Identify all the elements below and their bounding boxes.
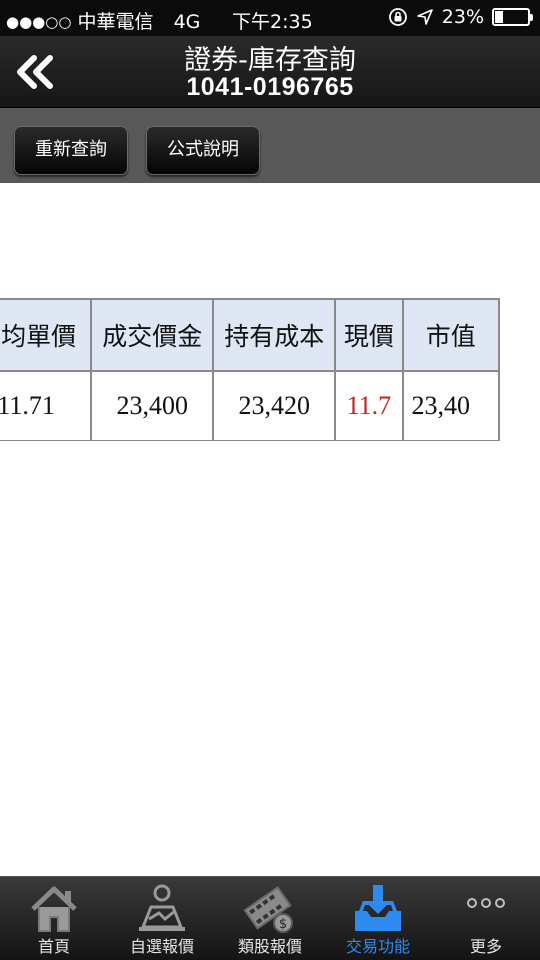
- signal-strength-icon: ●●●○○: [6, 13, 72, 31]
- tab-label: 交易功能: [345, 937, 410, 956]
- watchlist-icon: [139, 884, 185, 931]
- column-header-holding-cost: 持有成本: [212, 298, 337, 372]
- network-type: 4G: [173, 11, 201, 33]
- table-row[interactable]: 11.71 23,400 23,420 11.7 23,40: [0, 370, 501, 441]
- sector-quote-icon: $: [243, 885, 293, 933]
- status-time: 下午2:35: [232, 11, 313, 33]
- bottom-tab-bar: 首頁 自選報價 $ 類股報價 交易功能 更多: [0, 876, 540, 960]
- column-header-trade-amount: 成交價金: [90, 298, 215, 372]
- svg-text:$: $: [279, 917, 287, 932]
- tab-label: 更多: [469, 937, 502, 956]
- cell-holding-cost: 23,420: [212, 370, 337, 441]
- tab-sector-quotes[interactable]: $ 類股報價: [216, 877, 324, 960]
- column-header-current-price: 現價: [334, 298, 404, 372]
- holdings-table-viewport[interactable]: 平均單價 成交價金 持有成本 現價 市值 11.71 23,400 23,420…: [0, 298, 540, 441]
- home-icon: [31, 886, 77, 932]
- title-bar: 證券-庫存查詢 1041-0196765: [0, 36, 540, 108]
- location-arrow-icon: [416, 9, 433, 25]
- formula-explanation-button[interactable]: 公式說明: [146, 126, 260, 175]
- column-header-market-value: 市值: [401, 298, 501, 372]
- cell-avg-price: 11.71: [0, 370, 93, 441]
- cell-current-price: 11.7: [334, 370, 404, 441]
- table-header-row: 平均單價 成交價金 持有成本 現價 市值: [0, 298, 501, 372]
- carrier-info: ●●●○○ 中華電信 4G: [6, 7, 200, 34]
- battery-level: [495, 11, 503, 23]
- account-number: 1041-0196765: [186, 73, 354, 101]
- tab-label: 首頁: [37, 937, 70, 956]
- toolbar: 重新查詢 公式說明: [0, 108, 540, 183]
- tab-watchlist[interactable]: 自選報價: [108, 877, 216, 960]
- status-bar: ●●●○○ 中華電信 4G 下午2:35 23%: [0, 0, 540, 36]
- tab-home[interactable]: 首頁: [0, 877, 108, 960]
- tab-label: 類股報價: [237, 937, 302, 956]
- page-title: 證券-庫存查詢: [184, 45, 356, 76]
- battery-icon: [492, 8, 533, 26]
- trade-icon: [355, 885, 401, 931]
- cell-trade-amount: 23,400: [90, 370, 215, 441]
- more-icon: [467, 898, 505, 908]
- column-header-avg-price: 平均單價: [0, 298, 93, 372]
- holdings-table: 平均單價 成交價金 持有成本 現價 市值 11.71 23,400 23,420…: [0, 298, 501, 441]
- battery-percent: 23%: [441, 6, 484, 28]
- tab-label: 自選報價: [129, 937, 194, 956]
- tab-more[interactable]: 更多: [432, 877, 540, 960]
- cell-market-value: 23,40: [401, 370, 501, 441]
- rotation-lock-icon: [388, 8, 407, 26]
- requery-button[interactable]: 重新查詢: [14, 126, 128, 175]
- carrier-name: 中華電信: [77, 11, 154, 33]
- tab-trade-functions[interactable]: 交易功能: [324, 877, 432, 960]
